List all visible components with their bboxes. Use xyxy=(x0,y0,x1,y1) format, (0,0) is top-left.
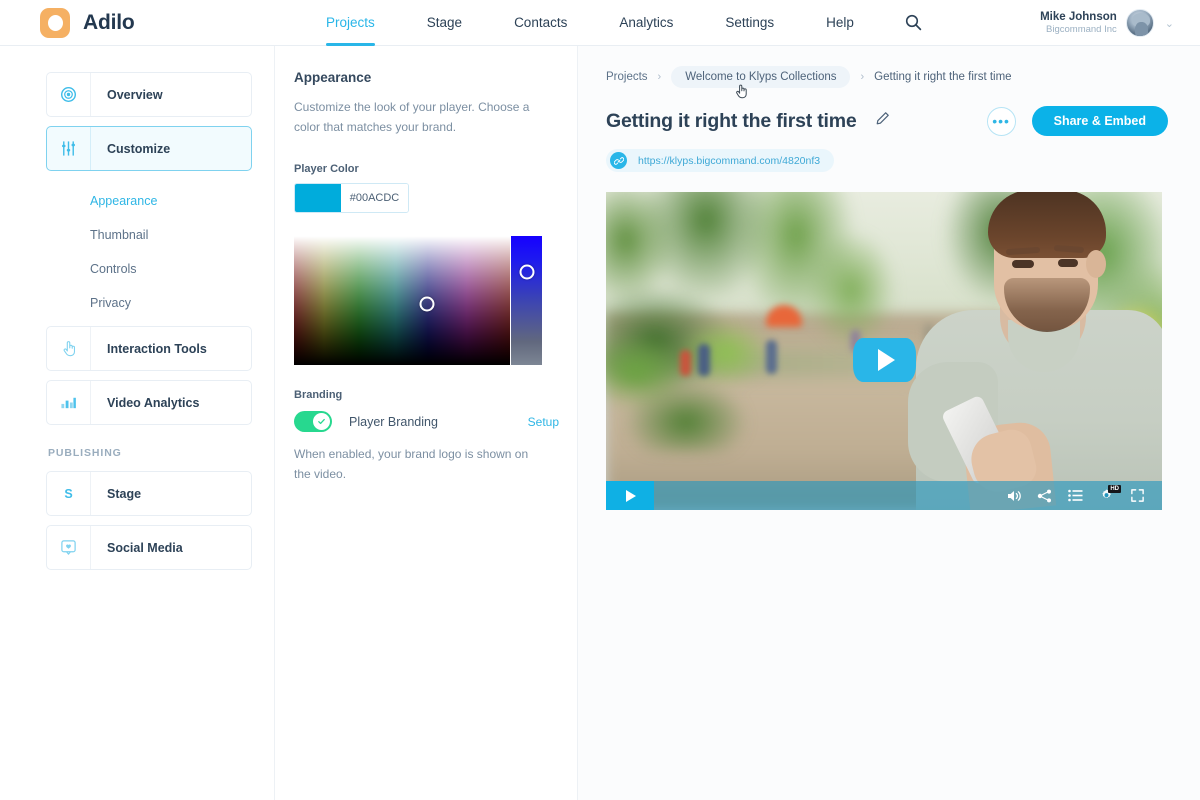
nav-item-contacts[interactable]: Contacts xyxy=(514,0,567,46)
stage-s-icon: S xyxy=(47,472,91,515)
sidebar-item-label: Social Media xyxy=(91,541,183,555)
video-subject-person xyxy=(908,192,1162,510)
sidebar-item-label: Customize xyxy=(91,142,170,156)
sidebar-item-overview[interactable]: Overview xyxy=(46,72,252,117)
sidebar-item-video-analytics[interactable]: Video Analytics xyxy=(46,380,252,425)
toggle-knob xyxy=(313,413,330,430)
adilo-logo-icon xyxy=(40,8,70,38)
hue-knob[interactable] xyxy=(519,265,534,280)
sidebar-subitem-thumbnail[interactable]: Thumbnail xyxy=(46,218,252,252)
breadcrumb-separator: › xyxy=(860,71,864,83)
share-and-embed-button[interactable]: Share & Embed xyxy=(1032,106,1168,136)
branding-note: When enabled, your brand logo is shown o… xyxy=(294,444,532,484)
breadcrumb-item-projects[interactable]: Projects xyxy=(606,71,648,83)
chevron-down-icon[interactable]: ⌄ xyxy=(1165,17,1174,30)
bar-chart-icon xyxy=(47,381,91,424)
fullscreen-icon[interactable] xyxy=(1122,481,1153,510)
nav-item-stage[interactable]: Stage xyxy=(427,0,462,46)
panel-description: Customize the look of your player. Choos… xyxy=(294,97,555,137)
sidebar-item-label: Interaction Tools xyxy=(91,342,207,356)
breadcrumb: Projects › Welcome to Klyps Collections … xyxy=(606,66,1168,88)
video-url-pill[interactable]: https://klyps.bigcommand.com/4820nf3 xyxy=(606,149,834,172)
volume-icon[interactable] xyxy=(998,481,1029,510)
appearance-panel: Appearance Customize the look of your pl… xyxy=(275,46,578,800)
nav-item-analytics[interactable]: Analytics xyxy=(619,0,673,46)
sidebar: Overview Customize Appearance Thumbnail … xyxy=(0,46,275,800)
user-menu[interactable]: Mike Johnson Bigcommand Inc ⌄ xyxy=(1040,0,1174,46)
user-org: Bigcommand Inc xyxy=(1040,24,1117,36)
player-controls-right: HD xyxy=(998,481,1162,510)
sidebar-item-interaction-tools[interactable]: Interaction Tools xyxy=(46,326,252,371)
user-info: Mike Johnson Bigcommand Inc xyxy=(1040,10,1117,36)
avatar[interactable] xyxy=(1126,9,1154,37)
color-swatch[interactable] xyxy=(295,184,341,212)
saturation-brightness-area[interactable] xyxy=(294,236,510,365)
target-icon xyxy=(47,73,91,116)
brand-logo[interactable]: Adilo xyxy=(0,8,235,38)
sidebar-section-publishing: PUBLISHING xyxy=(48,447,252,459)
sidebar-item-label: Video Analytics xyxy=(91,396,199,410)
saturation-knob[interactable] xyxy=(420,297,435,312)
social-media-icon xyxy=(47,526,91,569)
page-title: Getting it right the first time xyxy=(606,110,857,133)
link-icon xyxy=(610,152,627,169)
color-picker[interactable] xyxy=(294,236,542,365)
color-hex-input[interactable]: #00ACDC xyxy=(341,184,408,212)
title-row: Getting it right the first time ••• Shar… xyxy=(606,106,1168,136)
nav-item-settings[interactable]: Settings xyxy=(725,0,774,46)
branding-label: Branding xyxy=(294,389,555,401)
sidebar-item-customize[interactable]: Customize xyxy=(46,126,252,171)
sidebar-subitem-controls[interactable]: Controls xyxy=(46,252,252,286)
player-color-field[interactable]: #00ACDC xyxy=(294,183,409,213)
more-options-button[interactable]: ••• xyxy=(987,107,1016,136)
nav-item-projects[interactable]: Projects xyxy=(326,0,375,46)
breadcrumb-separator: › xyxy=(658,71,662,83)
video-url-text: https://klyps.bigcommand.com/4820nf3 xyxy=(638,155,820,167)
breadcrumb-item-collection[interactable]: Welcome to Klyps Collections xyxy=(671,66,850,88)
sidebar-item-social-media[interactable]: Social Media xyxy=(46,525,252,570)
search-icon[interactable] xyxy=(902,11,926,35)
sidebar-subitem-privacy[interactable]: Privacy xyxy=(46,286,252,320)
hue-slider[interactable] xyxy=(511,236,542,365)
stage-s-glyph: S xyxy=(64,487,72,501)
play-button-icon[interactable] xyxy=(853,338,916,382)
top-bar: Adilo Projects Stage Contacts Analytics … xyxy=(0,0,1200,46)
sliders-icon xyxy=(47,127,91,170)
sidebar-subnav: Appearance Thumbnail Controls Privacy xyxy=(46,180,252,326)
brand-name: Adilo xyxy=(83,11,135,35)
pencil-icon[interactable] xyxy=(875,111,890,131)
hand-pointer-icon xyxy=(47,327,91,370)
sidebar-item-label: Overview xyxy=(91,88,163,102)
nav-item-help[interactable]: Help xyxy=(826,0,854,46)
main-content: Projects › Welcome to Klyps Collections … xyxy=(578,46,1200,800)
share-icon[interactable] xyxy=(1029,481,1060,510)
panel-title: Appearance xyxy=(294,70,555,85)
settings-gear-icon[interactable]: HD xyxy=(1091,481,1122,510)
playlist-icon[interactable] xyxy=(1060,481,1091,510)
check-icon xyxy=(317,417,326,426)
branding-row: Player Branding Setup xyxy=(294,411,559,432)
player-color-label: Player Color xyxy=(294,163,555,175)
play-icon[interactable] xyxy=(606,481,654,510)
hd-badge: HD xyxy=(1108,485,1121,493)
breadcrumb-item-current: Getting it right the first time xyxy=(874,71,1011,83)
video-player[interactable]: HD xyxy=(606,192,1162,510)
sidebar-subitem-appearance[interactable]: Appearance xyxy=(46,184,252,218)
top-navigation: Projects Stage Contacts Analytics Settin… xyxy=(300,0,926,46)
player-branding-label: Player Branding xyxy=(349,415,438,429)
user-name: Mike Johnson xyxy=(1040,10,1117,24)
player-controls-bar: HD xyxy=(606,481,1162,510)
sidebar-item-label: Stage xyxy=(91,487,141,501)
sidebar-item-stage[interactable]: S Stage xyxy=(46,471,252,516)
branding-setup-link[interactable]: Setup xyxy=(528,415,559,429)
player-branding-toggle[interactable] xyxy=(294,411,332,432)
